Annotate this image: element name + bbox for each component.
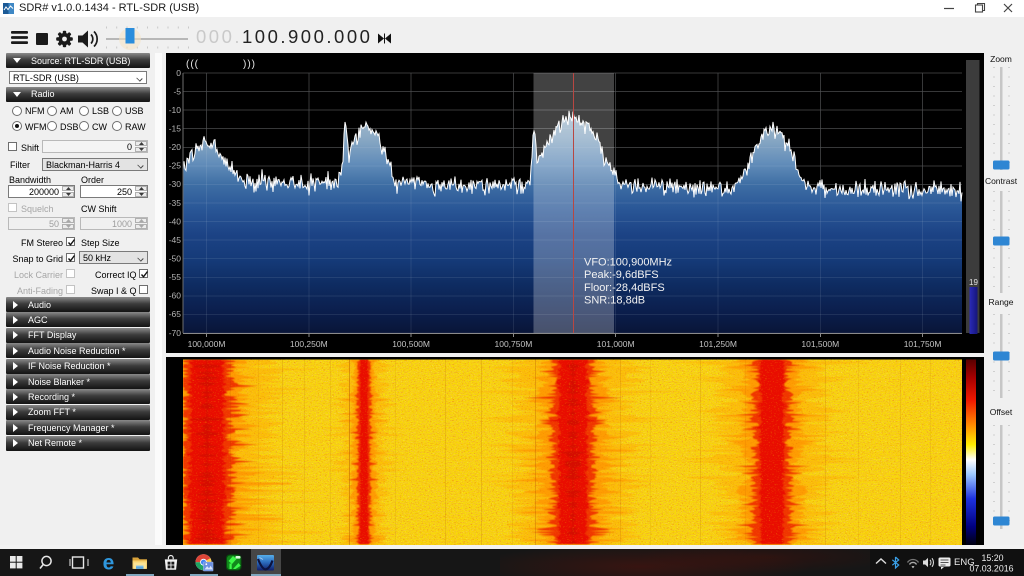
svg-text:07.03.2016: 07.03.2016 — [969, 564, 1013, 574]
svg-text:-70: -70 — [169, 328, 182, 338]
svg-text:100,250M: 100,250M — [290, 339, 328, 349]
svg-text:100,000M: 100,000M — [188, 339, 226, 349]
svg-text:101,000M: 101,000M — [597, 339, 635, 349]
svg-text:SNR:18,8dB: SNR:18,8dB — [584, 295, 645, 307]
svg-text:))): ))) — [243, 59, 256, 70]
svg-text:0: 0 — [176, 68, 181, 78]
svg-text:Peak:-9,6dBFS: Peak:-9,6dBFS — [584, 269, 659, 281]
svg-text:(((: ((( — [186, 59, 199, 70]
svg-text:-40: -40 — [169, 216, 182, 226]
svg-text:101,250M: 101,250M — [699, 339, 737, 349]
svg-text:100,500M: 100,500M — [392, 339, 430, 349]
svg-text:-30: -30 — [169, 179, 182, 189]
svg-text:Zoom: Zoom — [990, 54, 1012, 64]
svg-text:-15: -15 — [169, 124, 182, 134]
svg-text:15:20: 15:20 — [981, 553, 1003, 563]
svg-text:101,750M: 101,750M — [904, 339, 942, 349]
svg-text:-25: -25 — [169, 161, 182, 171]
svg-text:-5: -5 — [173, 86, 181, 96]
svg-text:-35: -35 — [169, 198, 182, 208]
svg-text:-45: -45 — [169, 235, 182, 245]
svg-text:-10: -10 — [169, 105, 182, 115]
svg-text:e: e — [103, 552, 115, 575]
svg-text:-20: -20 — [169, 142, 182, 152]
svg-text:Floor:-28,4dBFS: Floor:-28,4dBFS — [584, 282, 665, 294]
svg-text:-60: -60 — [169, 291, 182, 301]
svg-text:19: 19 — [969, 278, 978, 287]
svg-text:Contrast: Contrast — [985, 176, 1018, 186]
svg-text:-50: -50 — [169, 254, 182, 264]
svg-text:Offset: Offset — [990, 407, 1013, 417]
svg-text:100,750M: 100,750M — [494, 339, 532, 349]
svg-text:101,500M: 101,500M — [801, 339, 839, 349]
svg-text:-55: -55 — [169, 272, 182, 282]
svg-text:VFO:100,900MHz: VFO:100,900MHz — [584, 257, 672, 269]
svg-text:Range: Range — [988, 297, 1013, 307]
svg-text:-65: -65 — [169, 309, 182, 319]
